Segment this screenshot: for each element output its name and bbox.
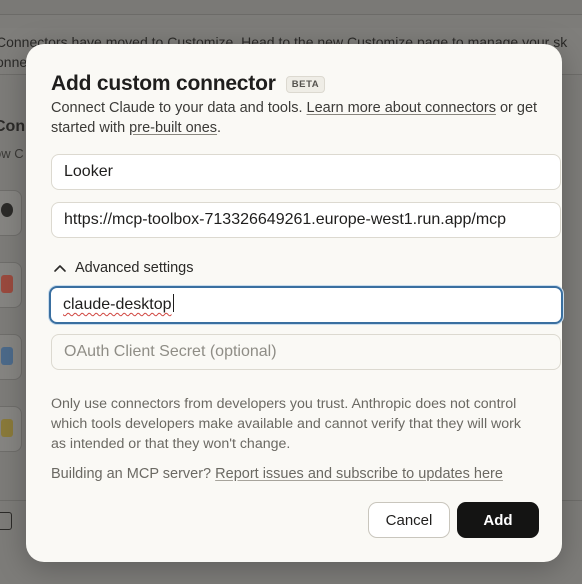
chevron-up-icon	[54, 265, 66, 272]
description-suffix: .	[217, 120, 222, 136]
drive-icon	[1, 419, 13, 437]
background-topbar	[0, 0, 582, 15]
beta-badge: BETA	[285, 75, 326, 93]
text-caret	[172, 294, 174, 312]
prebuilt-connectors-link[interactable]: pre-built ones	[129, 120, 217, 136]
background-connector-card	[0, 190, 22, 236]
description-prefix: Connect Claude to your data and tools.	[51, 100, 307, 116]
learn-more-link[interactable]: Learn more about connectors	[307, 100, 496, 116]
background-connector-card	[0, 406, 22, 452]
github-icon	[1, 203, 13, 217]
background-section-subtitle: ow C	[0, 146, 24, 161]
advanced-settings-label: Advanced settings	[75, 260, 194, 276]
connector-url-value: https://mcp-toolbox-713326649261.europe-…	[64, 211, 507, 228]
advanced-settings-toggle[interactable]: Advanced settings	[53, 260, 194, 276]
trust-warning-text: Only use connectors from developers you …	[51, 396, 522, 452]
connector-name-value: Looker	[64, 163, 113, 180]
gmail-icon	[1, 275, 13, 293]
dialog-description: Connect Claude to your data and tools. L…	[51, 98, 541, 138]
add-connector-dialog: Add custom connector BETA Connect Claude…	[26, 44, 563, 562]
report-issues-link[interactable]: Report issues and subscribe to updates h…	[215, 466, 503, 482]
keyboard-icon	[0, 512, 12, 530]
connector-name-input[interactable]: Looker	[51, 154, 561, 190]
dialog-title: Add custom connector	[51, 72, 276, 95]
cancel-button[interactable]: Cancel	[368, 502, 450, 538]
oauth-client-secret-input[interactable]: OAuth Client Secret (optional)	[51, 334, 561, 370]
connector-url-input[interactable]: https://mcp-toolbox-713326649261.europe-…	[51, 202, 561, 238]
dialog-header: Add custom connector BETA	[51, 72, 326, 96]
mcp-server-note: Building an MCP server? Report issues an…	[51, 466, 503, 482]
calendar-icon	[1, 347, 13, 365]
oauth-client-secret-placeholder: OAuth Client Secret (optional)	[64, 343, 277, 360]
add-button[interactable]: Add	[457, 502, 539, 538]
oauth-client-id-input[interactable]: claude-desktop	[49, 286, 563, 324]
oauth-client-id-value: claude-desktop	[63, 296, 172, 313]
mcp-note-prefix: Building an MCP server?	[51, 466, 216, 482]
background-connector-card	[0, 262, 22, 308]
background-connector-card	[0, 334, 22, 380]
